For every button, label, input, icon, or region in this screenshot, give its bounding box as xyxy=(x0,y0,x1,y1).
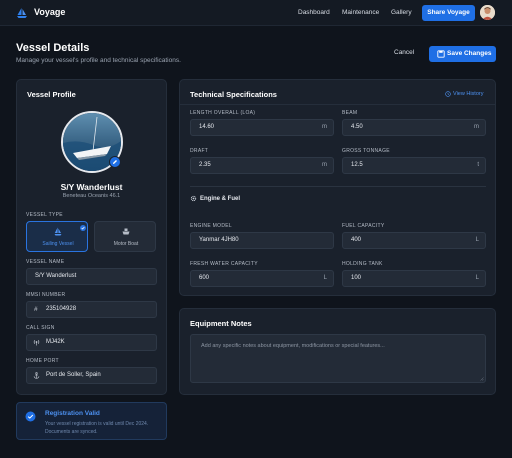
registration-title: Registration Valid xyxy=(45,410,100,417)
vessel-profile-title: Vessel Profile xyxy=(27,90,76,99)
nav-gallery[interactable]: Gallery xyxy=(391,9,412,16)
engine-fuel-heading: Engine & Fuel xyxy=(200,196,241,202)
engine-gear-icon xyxy=(190,195,197,202)
call-sign-input[interactable]: MJ42K xyxy=(26,334,157,351)
vessel-name-input[interactable]: S/Y Wanderlust xyxy=(26,268,157,285)
mmsi-value: 235104928 xyxy=(46,306,77,312)
engine-model-value: Yanmar 4JH80 xyxy=(199,237,239,243)
specs-divider xyxy=(180,104,495,105)
call-sign-label: CALL SIGN xyxy=(26,325,55,331)
gross-tonnage-input[interactable]: 12.5 t xyxy=(342,157,486,174)
hash-icon: # xyxy=(34,306,38,313)
loa-label: LENGTH OVERALL (LOA) xyxy=(190,110,256,116)
holding-tank-value: 100 xyxy=(351,275,362,281)
vessel-type-sailing[interactable]: Sailing Vessel xyxy=(26,221,88,252)
holding-tank-label: HOLDING TANK xyxy=(342,261,383,267)
home-port-value: Port de Soller, Spain xyxy=(46,372,101,378)
loa-input[interactable]: 14.60 m xyxy=(190,119,334,136)
sailboat-logo-icon xyxy=(17,8,27,18)
edit-photo-button[interactable] xyxy=(109,156,121,168)
mmsi-input[interactable]: # 235104928 xyxy=(26,301,157,318)
save-changes-button[interactable]: Save Changes xyxy=(429,46,496,62)
home-port-input[interactable]: Port de Soller, Spain xyxy=(26,367,157,384)
vessel-type-sailing-label: Sailing Vessel xyxy=(42,241,74,247)
selected-check-icon xyxy=(80,225,86,231)
cancel-button[interactable]: Cancel xyxy=(394,49,414,56)
technical-specs-title: Technical Specifications xyxy=(190,90,277,99)
save-changes-label: Save Changes xyxy=(447,50,492,57)
beam-input[interactable]: 4.50 m xyxy=(342,119,486,136)
mmsi-label: MMSI NUMBER xyxy=(26,292,66,298)
holding-tank-input[interactable]: 100 L xyxy=(342,270,486,287)
brand-name: Voyage xyxy=(34,7,66,17)
share-voyage-button[interactable]: Share Voyage xyxy=(422,5,475,21)
beam-unit: m xyxy=(474,124,479,130)
history-clock-icon xyxy=(445,91,451,97)
anchor-icon xyxy=(33,372,40,379)
pencil-icon xyxy=(113,160,117,164)
resize-handle-icon[interactable] xyxy=(480,377,484,381)
view-history-label: View History xyxy=(453,91,484,97)
sailboat-icon xyxy=(54,227,62,236)
loa-value: 14.60 xyxy=(199,124,215,130)
registration-line-1: Your vessel registration is valid until … xyxy=(45,421,149,427)
fresh-water-value: 600 xyxy=(199,275,210,281)
registration-line-2: Documents are synced. xyxy=(45,429,98,435)
fresh-water-input[interactable]: 600 L xyxy=(190,270,334,287)
gross-tonnage-label: GROSS TONNAGE xyxy=(342,148,390,154)
motorboat-icon xyxy=(122,228,130,235)
engine-model-input[interactable]: Yanmar 4JH80 xyxy=(190,232,334,249)
vessel-type-motor-label: Motor Boat xyxy=(113,241,139,247)
equipment-notes-title: Equipment Notes xyxy=(190,319,252,328)
save-icon xyxy=(437,50,445,58)
equipment-notes-textarea[interactable]: Add any specific notes about equipment, … xyxy=(190,334,486,383)
user-avatar-icon xyxy=(480,5,495,20)
registration-status-card: Registration Valid Your vessel registrat… xyxy=(16,402,167,440)
beam-label: BEAM xyxy=(342,110,358,116)
fuel-capacity-unit: L xyxy=(475,237,479,243)
nav-maintenance[interactable]: Maintenance xyxy=(342,9,379,16)
fuel-capacity-label: FUEL CAPACITY xyxy=(342,223,385,229)
vessel-model: Beneteau Oceanis 46.1 xyxy=(62,193,121,199)
fuel-capacity-value: 400 xyxy=(351,237,362,243)
engine-model-label: ENGINE MODEL xyxy=(190,223,232,229)
page-subtitle: Manage your vessel's profile and technic… xyxy=(16,57,181,64)
fresh-water-label: FRESH WATER CAPACITY xyxy=(190,261,258,267)
vessel-type-motor[interactable]: Motor Boat xyxy=(94,221,156,252)
draft-value: 2.35 xyxy=(199,162,211,168)
verified-badge-icon xyxy=(25,411,36,422)
loa-unit: m xyxy=(322,124,327,130)
fuel-capacity-input[interactable]: 400 L xyxy=(342,232,486,249)
draft-unit: m xyxy=(322,162,327,168)
home-port-label: HOME PORT xyxy=(26,358,59,364)
view-history-link[interactable]: View History xyxy=(445,91,483,97)
call-sign-value: MJ42K xyxy=(46,339,65,345)
page-title: Vessel Details xyxy=(16,42,90,54)
fresh-water-unit: L xyxy=(323,275,327,281)
draft-label: DRAFT xyxy=(190,148,209,154)
vessel-display-name: S/Y Wanderlust xyxy=(60,182,123,192)
avatar[interactable] xyxy=(480,5,495,20)
gross-tonnage-unit: t xyxy=(477,162,479,168)
vessel-name-label: VESSEL NAME xyxy=(26,259,65,265)
holding-tank-unit: L xyxy=(475,275,479,281)
gross-tonnage-value: 12.5 xyxy=(351,162,363,168)
vessel-type-label: VESSEL TYPE xyxy=(26,212,63,218)
radio-tower-icon xyxy=(33,340,40,346)
engine-section-divider xyxy=(190,186,486,187)
draft-input[interactable]: 2.35 m xyxy=(190,157,334,174)
nav-dashboard[interactable]: Dashboard xyxy=(298,9,330,16)
top-navbar: Voyage Dashboard Maintenance Gallery Sha… xyxy=(0,0,512,26)
beam-value: 4.50 xyxy=(351,124,363,130)
